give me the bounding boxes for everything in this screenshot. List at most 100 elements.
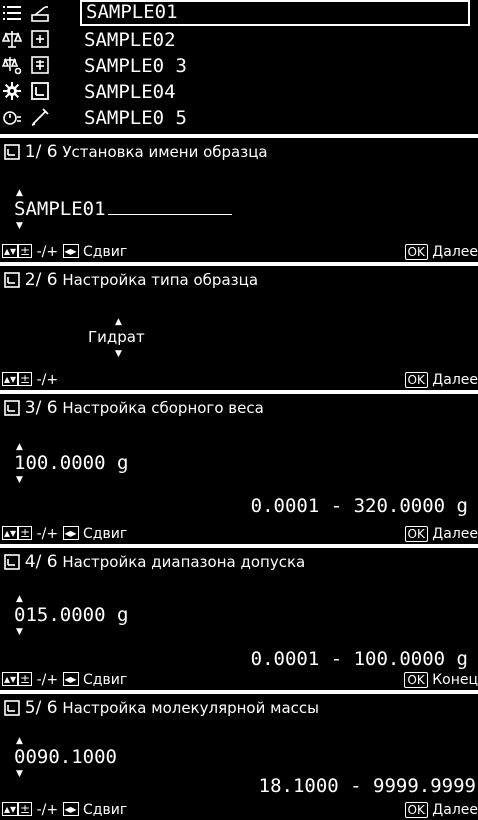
left-right-key-icon: ◂▸: [62, 672, 79, 686]
sample-type-value[interactable]: Гидрат: [88, 328, 145, 346]
sample-box-icon: [4, 700, 20, 716]
next-label: Далее: [432, 244, 478, 260]
next-hint[interactable]: OK Далее: [404, 802, 478, 818]
molecular-mass-field[interactable]: 0090.1000: [14, 746, 117, 768]
sample-box-icon[interactable]: [30, 81, 50, 101]
adjust-hint: -/+: [36, 672, 59, 688]
plus-minus-key-icon: ±: [18, 372, 33, 386]
shift-hint: Сдвиг: [83, 526, 128, 542]
balance-settings-icon[interactable]: [2, 55, 22, 75]
list-item-sample-05[interactable]: SAMPLE0 5: [80, 106, 470, 132]
pen-icon[interactable]: [30, 107, 50, 127]
panel-title: Настройка диапазона допуска: [62, 553, 306, 571]
down-arrow-icon: ▼: [16, 627, 23, 637]
panel-header: 2/ 6 Настройка типа образца: [4, 270, 258, 290]
adjust-hint: -/+: [36, 802, 59, 818]
footer-keys: ▴▾ ± -/+ ◂▸ Сдвиг: [2, 244, 127, 260]
panel-header: 3/ 6 Настройка сборного веса: [4, 398, 264, 418]
sample-box-icon: [4, 272, 20, 288]
up-down-key-icon: ▴▾: [2, 526, 19, 540]
step-counter: 1/ 6: [24, 142, 58, 162]
sample-box-icon: [4, 144, 20, 160]
collected-weight-panel: 3/ 6 Настройка сборного веса ▲ 100.0000 …: [0, 394, 478, 544]
tolerance-field[interactable]: 015.0000 g: [14, 604, 128, 626]
footer-keys: ▴▾ ± -/+ ◂▸ Сдвиг: [2, 526, 127, 542]
sample-name-field[interactable]: SAMPLE01: [14, 198, 232, 220]
sample-name-value: SAMPLE01: [14, 198, 106, 220]
icon-row-4: [2, 79, 78, 105]
down-arrow-icon: ▼: [115, 349, 122, 359]
panel-header: 1/ 6 Установка имени образца: [4, 142, 268, 162]
sample-calc-alt-icon[interactable]: [30, 55, 50, 75]
up-down-key-icon: ▴▾: [2, 372, 19, 386]
up-arrow-icon: ▲: [16, 188, 23, 198]
step-counter: 2/ 6: [24, 270, 58, 290]
sample-name-panel: 1/ 6 Установка имени образца ▲ SAMPLE01 …: [0, 138, 478, 262]
list-item-sample-02[interactable]: SAMPLE02: [80, 28, 470, 54]
next-label: Далее: [432, 372, 478, 388]
down-arrow-icon: ▼: [16, 475, 23, 485]
molecular-mass-panel: 5/ 6 Настройка молекулярной массы ▲ 0090…: [0, 694, 478, 820]
up-arrow-icon: ▲: [16, 594, 23, 604]
up-down-key-icon: ▴▾: [2, 672, 19, 686]
footer-keys: ▴▾ ± -/+: [2, 372, 58, 388]
sample-type-panel: 2/ 6 Настройка типа образца ▲ Гидрат ▼ ▴…: [0, 266, 478, 390]
down-arrow-icon: ▼: [16, 221, 23, 231]
list-item-sample-04[interactable]: SAMPLE04: [80, 80, 470, 106]
panel-header: 4/ 6 Настройка диапазона допуска: [4, 552, 305, 572]
next-hint[interactable]: OK Далее: [404, 372, 478, 388]
plus-minus-key-icon: ±: [18, 672, 33, 686]
ok-key-icon: OK: [404, 672, 428, 688]
shift-hint: Сдвиг: [83, 802, 128, 818]
panel-title: Установка имени образца: [62, 143, 268, 161]
allowed-range: 18.1000 - 9999.9999: [258, 775, 476, 797]
panel-header: 5/ 6 Настройка молекулярной массы: [4, 698, 319, 718]
tolerance-range-panel: 4/ 6 Настройка диапазона допуска ▲ 015.0…: [0, 548, 478, 690]
up-arrow-icon: ▲: [115, 317, 122, 327]
icon-row-3: [2, 53, 78, 79]
left-right-key-icon: ◂▸: [62, 802, 79, 816]
next-label: Далее: [432, 526, 478, 542]
up-arrow-icon: ▲: [16, 736, 23, 746]
footer-keys: ▴▾ ± -/+ ◂▸ Сдвиг: [2, 672, 127, 688]
next-hint[interactable]: OK Далее: [404, 526, 478, 542]
balance-icon[interactable]: [2, 29, 22, 49]
finish-label: Конец: [432, 672, 478, 688]
panel-title: Настройка типа образца: [62, 271, 259, 289]
sample-list-panel: SAMPLE01 SAMPLE02 SAMPLE0 3 SAMPLE04 SAM…: [0, 0, 478, 134]
gear-icon[interactable]: [2, 81, 22, 101]
allowed-range: 0.0001 - 100.0000 g: [250, 648, 468, 670]
plus-minus-key-icon: ±: [18, 526, 33, 540]
adjust-hint: -/+: [36, 526, 59, 542]
allowed-range: 0.0001 - 320.0000 g: [250, 495, 468, 517]
list-item-sample-01[interactable]: SAMPLE01: [80, 0, 470, 26]
weighing-pan-icon[interactable]: [30, 3, 50, 23]
shift-hint: Сдвиг: [83, 672, 128, 688]
up-down-key-icon: ▴▾: [2, 802, 19, 816]
ok-key-icon: OK: [404, 802, 428, 818]
icon-row-5: [2, 105, 78, 131]
sample-calc-icon[interactable]: [30, 29, 50, 49]
down-arrow-icon: ▼: [16, 769, 23, 779]
input-underline: [107, 198, 232, 215]
next-label: Далее: [432, 802, 478, 818]
up-down-key-icon: ▴▾: [2, 244, 19, 258]
plus-minus-key-icon: ±: [18, 802, 33, 816]
panel-title: Настройка молекулярной массы: [62, 699, 319, 717]
shift-hint: Сдвиг: [83, 244, 128, 260]
ok-key-icon: OK: [404, 526, 428, 542]
list-item-sample-03[interactable]: SAMPLE0 3: [80, 54, 470, 80]
step-counter: 5/ 6: [24, 698, 58, 718]
timer-settings-icon[interactable]: [2, 107, 22, 127]
icon-row-2: [2, 27, 78, 53]
collected-weight-field[interactable]: 100.0000 g: [14, 452, 128, 474]
menu-list-icon[interactable]: [2, 3, 22, 23]
sample-box-icon: [4, 554, 20, 570]
next-hint[interactable]: OK Далее: [404, 244, 478, 260]
step-counter: 4/ 6: [24, 552, 58, 572]
up-arrow-icon: ▲: [16, 442, 23, 452]
step-counter: 3/ 6: [24, 398, 58, 418]
finish-hint[interactable]: OK Конец: [404, 672, 478, 688]
ok-key-icon: OK: [404, 372, 428, 388]
adjust-hint: -/+: [36, 244, 59, 260]
